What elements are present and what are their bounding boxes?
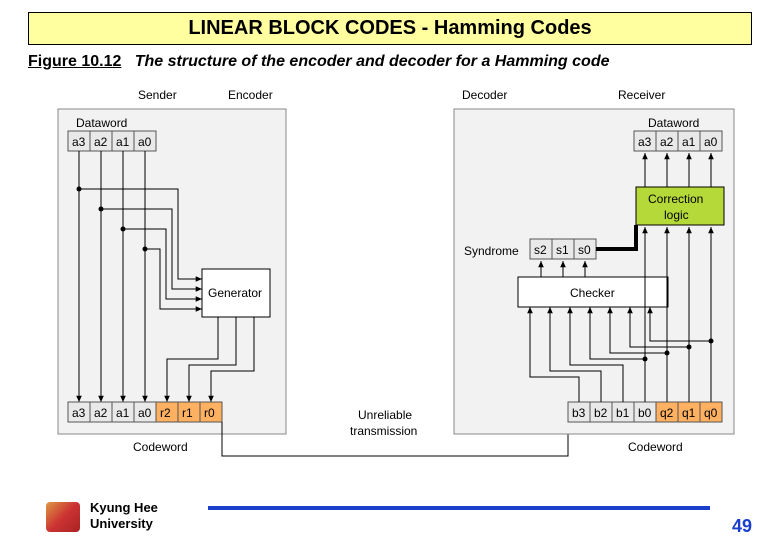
svg-text:a3: a3 [72, 135, 86, 149]
footer-rule [208, 506, 710, 510]
svg-text:a0: a0 [138, 406, 152, 420]
svg-text:s2: s2 [534, 243, 547, 257]
sender-codeword-cells: a3 a2 a1 a0 r2 r1 r0 [68, 402, 222, 422]
syndrome-label: Syndrome [464, 244, 519, 258]
receiver-dataword-label: Dataword [648, 116, 699, 130]
figure-caption-line: Figure 10.12 The structure of the encode… [28, 53, 752, 71]
svg-text:a1: a1 [116, 135, 130, 149]
svg-text:a1: a1 [116, 406, 130, 420]
decoder-label: Decoder [462, 88, 507, 102]
university-name: Kyung Hee University [90, 500, 158, 532]
svg-text:r2: r2 [160, 406, 171, 420]
sender-title: Sender [138, 88, 177, 102]
svg-text:q1: q1 [682, 406, 696, 420]
checker-label: Checker [570, 286, 615, 300]
figure-caption: The structure of the encoder and decoder… [135, 53, 610, 70]
svg-text:b2: b2 [594, 406, 608, 420]
svg-text:b3: b3 [572, 406, 586, 420]
svg-text:s1: s1 [556, 243, 569, 257]
receiver-title: Receiver [618, 88, 665, 102]
receiver-codeword-cells: b3 b2 b1 b0 q2 q1 q0 [568, 402, 722, 422]
svg-text:q0: q0 [704, 406, 718, 420]
correction-label-1: Correction [648, 192, 703, 206]
correction-label-2: logic [664, 208, 689, 222]
svg-text:a3: a3 [72, 406, 86, 420]
svg-text:a0: a0 [704, 135, 718, 149]
svg-text:r1: r1 [182, 406, 193, 420]
sender-dataword-label: Dataword [76, 116, 127, 130]
svg-text:s0: s0 [578, 243, 591, 257]
receiver-codeword-label: Codeword [628, 440, 683, 454]
encoder-label: Encoder [228, 88, 273, 102]
slide-title: LINEAR BLOCK CODES - Hamming Codes [28, 12, 752, 45]
figure-number: Figure 10.12 [28, 53, 121, 70]
university-logo-icon [46, 502, 80, 532]
channel-label-1: Unreliable [358, 408, 412, 422]
sender-dataword-cells: a3 a2 a1 a0 [68, 131, 156, 151]
svg-text:a2: a2 [660, 135, 674, 149]
svg-text:q2: q2 [660, 406, 674, 420]
svg-text:a3: a3 [638, 135, 652, 149]
svg-text:a2: a2 [94, 406, 108, 420]
page-number: 49 [732, 516, 752, 537]
svg-text:a2: a2 [94, 135, 108, 149]
svg-text:b0: b0 [638, 406, 652, 420]
receiver-dataword-cells: a3 a2 a1 a0 [634, 131, 722, 151]
svg-text:b1: b1 [616, 406, 630, 420]
svg-text:a0: a0 [138, 135, 152, 149]
svg-text:r0: r0 [204, 406, 215, 420]
syndrome-cells: s2 s1 s0 [530, 239, 596, 259]
sender-codeword-label: Codeword [133, 440, 188, 454]
hamming-diagram: Sender Encoder Dataword a3 a2 a1 a0 Gene… [28, 79, 752, 459]
footer: Kyung Hee University 49 [0, 502, 780, 538]
channel-label-2: transmission [350, 424, 417, 438]
generator-label: Generator [208, 286, 262, 300]
svg-text:a1: a1 [682, 135, 696, 149]
